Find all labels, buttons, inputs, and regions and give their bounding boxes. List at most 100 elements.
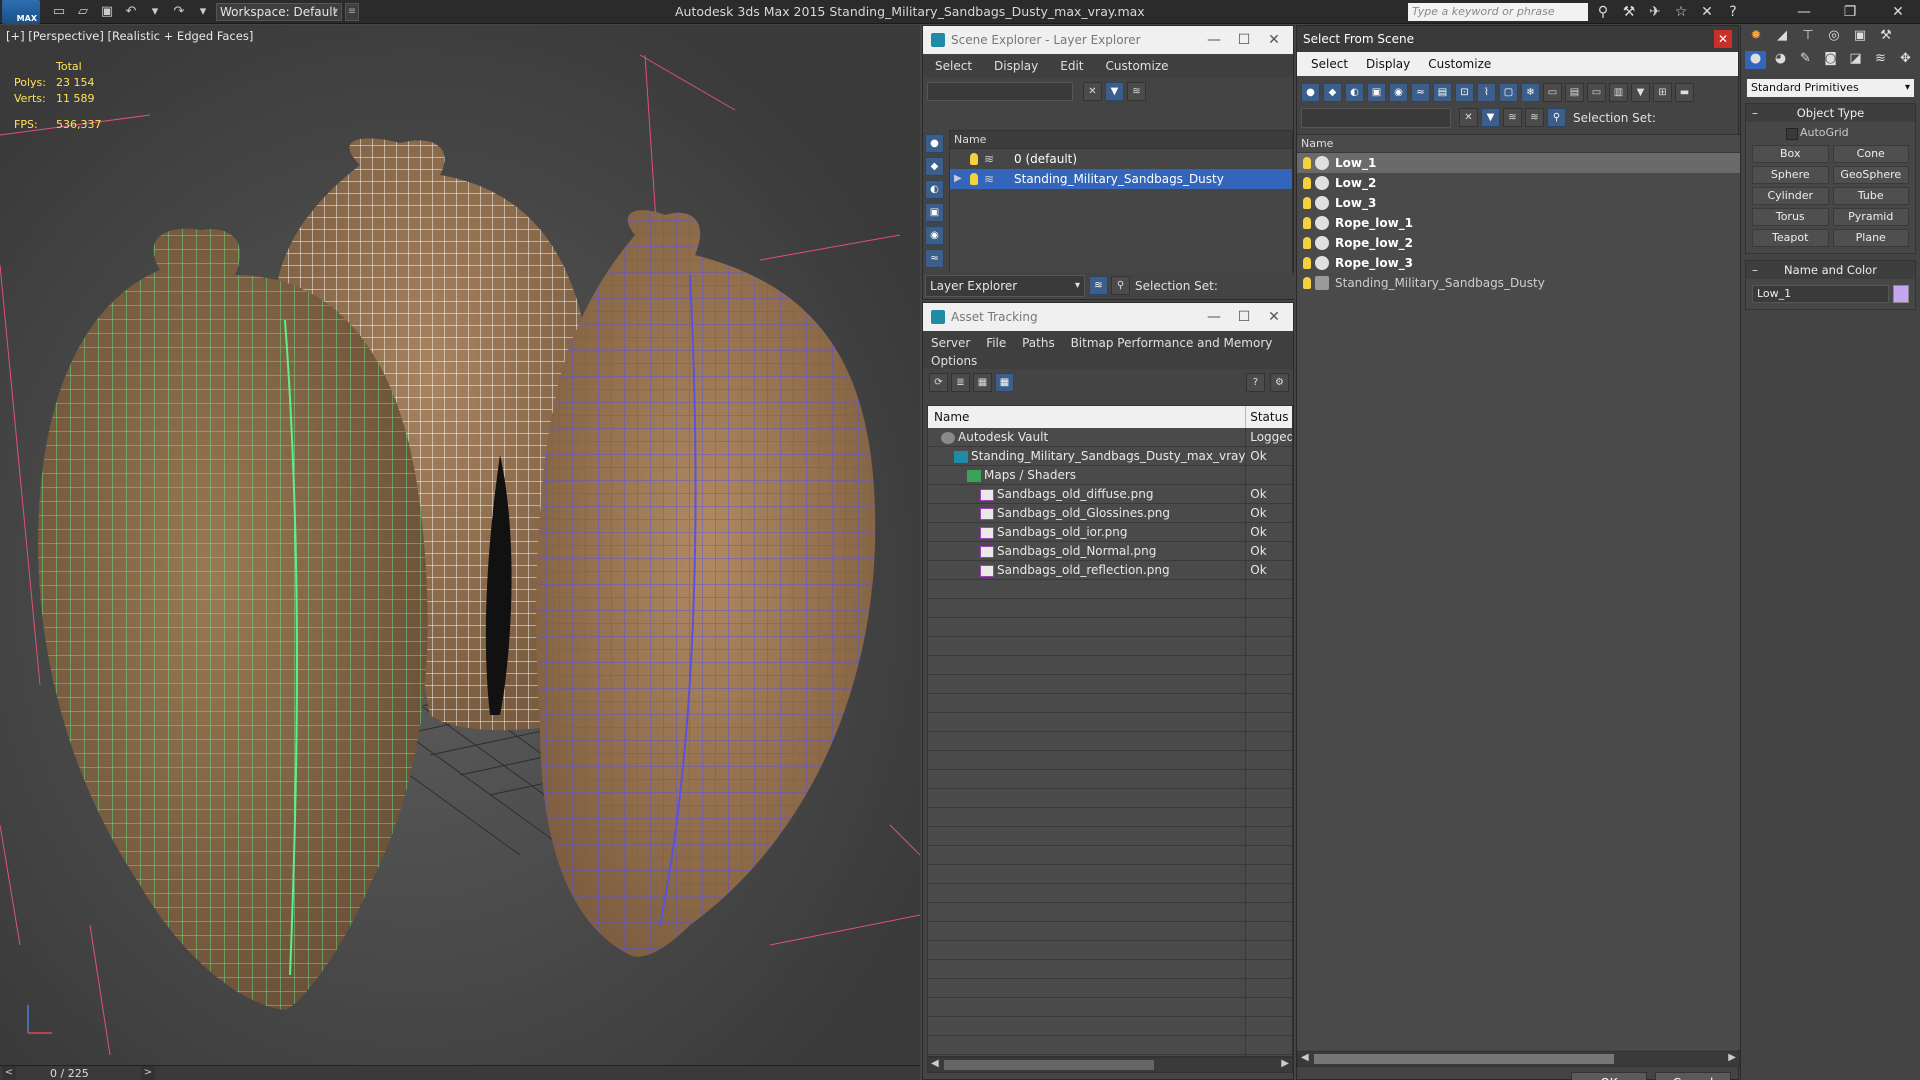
ok-button[interactable]: OK bbox=[1571, 1072, 1647, 1080]
asset-table-hscrollbar[interactable]: ◀ ▶ bbox=[927, 1057, 1293, 1073]
filter-xrefs-icon[interactable]: ⊡ bbox=[1455, 83, 1474, 102]
undo-dropdown-icon[interactable]: ▾ bbox=[146, 3, 164, 21]
object-name-field[interactable]: Low_1 bbox=[1752, 285, 1889, 303]
column-header-name[interactable]: Name bbox=[950, 131, 1292, 149]
select-none-icon[interactable]: ▭ bbox=[1587, 83, 1606, 102]
primitive-category-dropdown[interactable]: Standard Primitives bbox=[1747, 79, 1914, 97]
filter-bones-icon[interactable]: ⌇ bbox=[1477, 83, 1496, 102]
create-teapot-button[interactable]: Teapot bbox=[1752, 229, 1829, 247]
create-cone-button[interactable]: Cone bbox=[1832, 145, 1909, 163]
object-row[interactable]: Low_1 bbox=[1297, 153, 1740, 173]
display-tab-icon[interactable]: ▣ bbox=[1849, 28, 1871, 46]
close-window-icon[interactable]: ✕ bbox=[1878, 2, 1918, 22]
filter-groups-icon[interactable]: ▤ bbox=[1433, 83, 1452, 102]
layer-row-sandbags[interactable]: ▶ ≋ Standing_Military_Sandbags_Dusty bbox=[950, 169, 1292, 189]
menu-options[interactable]: Options bbox=[931, 354, 977, 368]
select-all-icon[interactable]: ▤ bbox=[1565, 83, 1584, 102]
filter-frozen-icon[interactable]: ❄ bbox=[1521, 83, 1540, 102]
visibility-bulb-icon[interactable] bbox=[1303, 157, 1311, 169]
minimize-window-icon[interactable]: — bbox=[1784, 2, 1824, 22]
collapse-icon[interactable]: ▬ bbox=[1675, 83, 1694, 102]
favorites-star-icon[interactable]: ☆ bbox=[1672, 3, 1690, 21]
filter-lights-icon[interactable]: ◐ bbox=[1345, 83, 1364, 102]
expand-arrow-icon[interactable]: ▶ bbox=[954, 169, 962, 189]
create-pyramid-button[interactable]: Pyramid bbox=[1832, 208, 1909, 226]
object-color-swatch[interactable] bbox=[1893, 285, 1909, 303]
communication-icon[interactable]: ✈ bbox=[1646, 3, 1664, 21]
create-sphere-button[interactable]: Sphere bbox=[1752, 166, 1829, 184]
asset-row[interactable]: Maps / Shaders bbox=[928, 466, 1292, 485]
subscription-icon[interactable]: ⚒ bbox=[1620, 3, 1638, 21]
visibility-bulb-icon[interactable] bbox=[970, 173, 978, 185]
display-helpers-icon[interactable]: ◉ bbox=[925, 226, 944, 245]
column-header-status[interactable]: Status bbox=[1246, 406, 1292, 428]
new-file-icon[interactable]: ▭ bbox=[50, 3, 68, 21]
name-and-color-rollout-header[interactable]: Name and Color bbox=[1746, 261, 1915, 279]
filter-geometry-icon[interactable]: ● bbox=[1301, 83, 1320, 102]
filter-helpers-icon[interactable]: ◉ bbox=[1389, 83, 1408, 102]
create-tube-button[interactable]: Tube bbox=[1832, 187, 1909, 205]
time-prev-button[interactable]: < bbox=[2, 1066, 16, 1080]
menu-display[interactable]: Display bbox=[1366, 57, 1410, 71]
create-cylinder-button[interactable]: Cylinder bbox=[1752, 187, 1829, 205]
close-search-icon[interactable]: ✕ bbox=[1698, 3, 1716, 21]
scroll-left-icon[interactable]: ◀ bbox=[1301, 1052, 1309, 1063]
open-file-icon[interactable]: ▱ bbox=[74, 3, 92, 21]
select-invert-icon[interactable]: ▥ bbox=[1609, 83, 1628, 102]
filter-shapes-icon[interactable]: ◆ bbox=[1323, 83, 1342, 102]
menu-paths[interactable]: Paths bbox=[1022, 336, 1055, 350]
redo-dropdown-icon[interactable]: ▾ bbox=[194, 3, 212, 21]
help-icon[interactable]: ? bbox=[1724, 3, 1742, 21]
asset-row[interactable]: Sandbags_old_diffuse.png Ok bbox=[928, 485, 1292, 504]
scroll-thumb[interactable] bbox=[944, 1060, 1154, 1070]
close-icon[interactable]: ✕ bbox=[1259, 303, 1289, 331]
close-icon[interactable]: ✕ bbox=[1259, 26, 1289, 54]
cameras-subtab-icon[interactable]: ◙ bbox=[1820, 51, 1841, 69]
hierarchy-tab-icon[interactable]: ⊤ bbox=[1797, 28, 1819, 46]
asset-row[interactable]: Autodesk Vault Logged bbox=[928, 428, 1292, 447]
app-logo[interactable]: MAX bbox=[2, 0, 40, 24]
scroll-left-icon[interactable]: ◀ bbox=[931, 1058, 939, 1069]
minimize-icon[interactable]: — bbox=[1199, 26, 1229, 54]
minimize-icon[interactable]: — bbox=[1199, 303, 1229, 331]
menu-customize[interactable]: Customize bbox=[1106, 59, 1169, 73]
object-row[interactable]: Rope_low_2 bbox=[1297, 233, 1740, 253]
object-row[interactable]: Low_2 bbox=[1297, 173, 1740, 193]
menu-server[interactable]: Server bbox=[931, 336, 970, 350]
filter-all-icon[interactable]: ▭ bbox=[1543, 83, 1562, 102]
column-header-name[interactable]: Name bbox=[928, 406, 1247, 428]
workspace-dropdown[interactable]: Workspace: Default bbox=[216, 3, 342, 21]
find-input[interactable] bbox=[927, 82, 1073, 101]
clear-find-icon[interactable]: ✕ bbox=[1459, 108, 1478, 127]
asset-row[interactable]: Sandbags_old_reflection.png Ok bbox=[928, 561, 1292, 580]
autogrid-checkbox[interactable]: AutoGrid bbox=[1746, 122, 1915, 143]
filter-icon[interactable]: ▼ bbox=[1105, 82, 1124, 101]
filter-spacewarps-icon[interactable]: ≈ bbox=[1411, 83, 1430, 102]
cancel-button[interactable]: Cancel bbox=[1655, 1072, 1731, 1080]
object-row[interactable]: Low_3 bbox=[1297, 193, 1740, 213]
scroll-thumb[interactable] bbox=[1314, 1054, 1614, 1064]
shapes-subtab-icon[interactable]: ◕ bbox=[1770, 51, 1791, 69]
geometry-subtab-icon[interactable]: ● bbox=[1745, 51, 1766, 69]
menu-file[interactable]: File bbox=[986, 336, 1006, 350]
asset-row[interactable]: Sandbags_old_ior.png Ok bbox=[928, 523, 1292, 542]
create-geosphere-button[interactable]: GeoSphere bbox=[1832, 166, 1909, 184]
settings-icon[interactable]: ⚙ bbox=[1270, 373, 1289, 392]
display-shapes-icon[interactable]: ◆ bbox=[925, 157, 944, 176]
object-list-hscrollbar[interactable]: ◀ ▶ bbox=[1297, 1051, 1740, 1067]
object-type-rollout-header[interactable]: Object Type bbox=[1746, 104, 1915, 122]
object-row[interactable]: Rope_low_1 bbox=[1297, 213, 1740, 233]
scroll-right-icon[interactable]: ▶ bbox=[1728, 1052, 1736, 1063]
options-filter-icon[interactable]: ▼ bbox=[1631, 83, 1650, 102]
menu-bitmap-performance[interactable]: Bitmap Performance and Memory bbox=[1071, 336, 1273, 350]
layer-mode-icon[interactable]: ≋ bbox=[1525, 108, 1544, 127]
visibility-bulb-icon[interactable] bbox=[1303, 177, 1311, 189]
clear-filter-icon[interactable]: ✕ bbox=[1083, 82, 1102, 101]
hierarchy-mode-icon[interactable]: ⚲ bbox=[1111, 276, 1130, 295]
maximize-window-icon[interactable]: ❐ bbox=[1830, 2, 1870, 22]
display-lights-icon[interactable]: ◐ bbox=[925, 180, 944, 199]
visibility-bulb-icon[interactable] bbox=[1303, 197, 1311, 209]
close-icon[interactable]: ✕ bbox=[1714, 30, 1732, 48]
find-input[interactable] bbox=[1301, 108, 1451, 128]
visibility-bulb-icon[interactable] bbox=[1303, 237, 1311, 249]
